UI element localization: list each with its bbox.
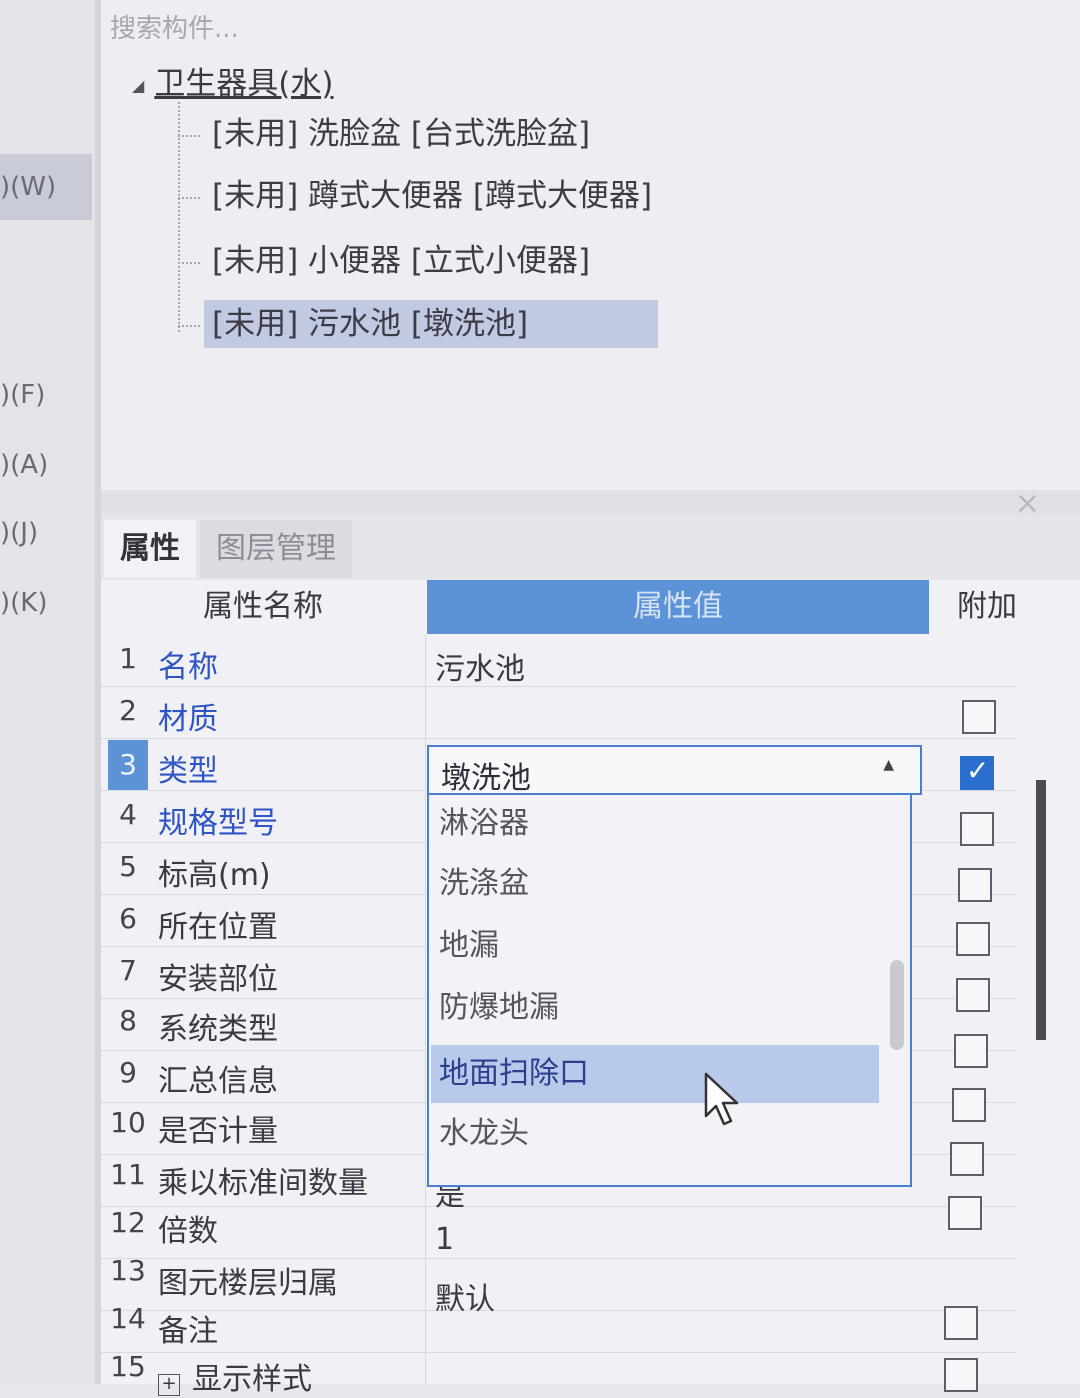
attach-checkbox[interactable] bbox=[958, 868, 992, 902]
row-divider bbox=[101, 1352, 1016, 1353]
row-number: 9 bbox=[119, 1056, 137, 1089]
row-number: 8 bbox=[119, 1004, 137, 1037]
property-name: 图元楼层归属 bbox=[158, 1266, 338, 1301]
row-number: 4 bbox=[119, 798, 137, 831]
property-name: 名称 bbox=[158, 650, 218, 685]
property-name: 材质 bbox=[158, 702, 218, 737]
type-dropdown-list: 淋浴器 洗涤盆 地漏 防爆地漏 地面扫除口 水龙头 bbox=[427, 795, 912, 1187]
row-number: 11 bbox=[110, 1158, 146, 1191]
row-number: 2 bbox=[119, 694, 137, 727]
attach-checkbox[interactable] bbox=[962, 700, 996, 734]
dropdown-option-hover[interactable]: 地面扫除口 bbox=[431, 1045, 879, 1103]
row-number: 7 bbox=[119, 954, 137, 987]
tree-item[interactable]: [未用] 蹲式大便器 [蹲式大便器] bbox=[178, 170, 660, 215]
row-number: 1 bbox=[119, 642, 137, 675]
property-name: 安装部位 bbox=[158, 962, 278, 997]
property-name: 类型 bbox=[158, 754, 218, 789]
row-number-selected: 3 bbox=[108, 740, 148, 790]
attach-checkbox[interactable] bbox=[944, 1358, 978, 1392]
tree-item[interactable]: [未用] 洗脸盆 [台式洗脸盆] bbox=[178, 108, 598, 153]
attach-checkbox[interactable] bbox=[960, 812, 994, 846]
tree-item-label: [未用] 洗脸盆 [台式洗脸盆] bbox=[212, 116, 591, 152]
row-number: 5 bbox=[119, 850, 137, 883]
tree-item[interactable]: [未用] 小便器 [立式小便器] bbox=[178, 235, 598, 280]
left-item-j[interactable]: )(J) bbox=[0, 518, 38, 548]
tree-item-label: [未用] 污水池 [墩洗池] bbox=[204, 300, 659, 348]
dropdown-option[interactable]: 水龙头 bbox=[439, 1105, 879, 1163]
column-divider bbox=[425, 634, 426, 1384]
property-name: 显示样式 bbox=[192, 1362, 312, 1397]
row-number: 14 bbox=[110, 1302, 146, 1335]
property-value[interactable]: 1 bbox=[435, 1222, 454, 1257]
row-number: 10 bbox=[110, 1106, 146, 1139]
expand-arrow-icon[interactable]: ◢ bbox=[132, 76, 144, 95]
property-name: 规格型号 bbox=[158, 806, 278, 841]
row-number: 15 bbox=[110, 1350, 146, 1383]
panel-splitter[interactable] bbox=[101, 490, 1080, 516]
tab-properties[interactable]: 属性 bbox=[104, 520, 196, 578]
dropdown-option[interactable]: 地漏 bbox=[439, 917, 879, 975]
left-item-a[interactable]: )(A) bbox=[0, 450, 48, 480]
tree-root[interactable]: ◢ 卫生器具(水) bbox=[132, 58, 334, 103]
tree-item-label: [未用] 蹲式大便器 [蹲式大便器] bbox=[212, 178, 653, 214]
attach-checkbox[interactable] bbox=[948, 1196, 982, 1230]
property-name: 倍数 bbox=[158, 1214, 218, 1249]
property-name: 汇总信息 bbox=[158, 1064, 278, 1099]
property-name: 备注 bbox=[158, 1314, 218, 1349]
attach-checkbox[interactable] bbox=[956, 978, 990, 1012]
type-select[interactable]: 墩洗池 ▲ bbox=[427, 745, 922, 796]
dropdown-option[interactable]: 淋浴器 bbox=[439, 795, 879, 853]
type-select-value: 墩洗池 bbox=[441, 761, 531, 796]
attach-checkbox[interactable] bbox=[954, 1034, 988, 1068]
column-header-name: 属性名称 bbox=[203, 589, 323, 624]
search-input[interactable]: 搜索构件... bbox=[110, 8, 239, 45]
attach-checkbox[interactable] bbox=[944, 1306, 978, 1340]
left-item-f[interactable]: )(F) bbox=[0, 380, 45, 410]
chevron-up-icon[interactable]: ▲ bbox=[883, 757, 894, 773]
attach-checkbox[interactable] bbox=[950, 1142, 984, 1176]
row-divider bbox=[101, 738, 1016, 739]
table-scrollbar[interactable] bbox=[1036, 780, 1046, 1040]
tree-item-label: [未用] 小便器 [立式小便器] bbox=[212, 243, 591, 279]
left-item-k[interactable]: )(K) bbox=[0, 588, 47, 618]
property-name: 所在位置 bbox=[158, 910, 278, 945]
property-name: 是否计量 bbox=[158, 1114, 278, 1149]
tree-root-label: 卫生器具(水) bbox=[154, 66, 334, 102]
attach-checkbox[interactable] bbox=[952, 1088, 986, 1122]
expand-plus-icon[interactable]: + bbox=[158, 1374, 180, 1396]
row-number: 13 bbox=[110, 1254, 146, 1287]
row-divider bbox=[101, 686, 1016, 687]
property-name: 系统类型 bbox=[158, 1012, 278, 1047]
property-value[interactable]: 污水池 bbox=[435, 644, 525, 688]
mouse-cursor-icon bbox=[704, 1072, 739, 1126]
property-group[interactable]: + 显示样式 bbox=[158, 1354, 312, 1398]
dropdown-scrollbar[interactable] bbox=[890, 960, 904, 1050]
tab-layer-management[interactable]: 图层管理 bbox=[200, 520, 352, 578]
row-number: 12 bbox=[110, 1206, 146, 1239]
tree-item-selected[interactable]: [未用] 污水池 [墩洗池] bbox=[178, 298, 659, 348]
row-number: 6 bbox=[119, 902, 137, 935]
row-divider bbox=[101, 1310, 1016, 1311]
dropdown-option[interactable]: 防爆地漏 bbox=[439, 979, 879, 1037]
column-header-value: 属性值 bbox=[427, 580, 929, 634]
property-value[interactable]: 默认 bbox=[435, 1274, 495, 1318]
left-item-w[interactable]: )(W) bbox=[0, 154, 92, 220]
row-divider bbox=[101, 1206, 1016, 1207]
property-name: 乘以标准间数量 bbox=[158, 1166, 368, 1201]
attach-checkbox-checked[interactable] bbox=[960, 754, 994, 790]
dropdown-option[interactable]: 洗涤盆 bbox=[439, 855, 879, 913]
attach-checkbox[interactable] bbox=[956, 922, 990, 956]
property-name: 标高(m) bbox=[158, 858, 271, 893]
column-header-extra: 附加 bbox=[957, 589, 1017, 624]
